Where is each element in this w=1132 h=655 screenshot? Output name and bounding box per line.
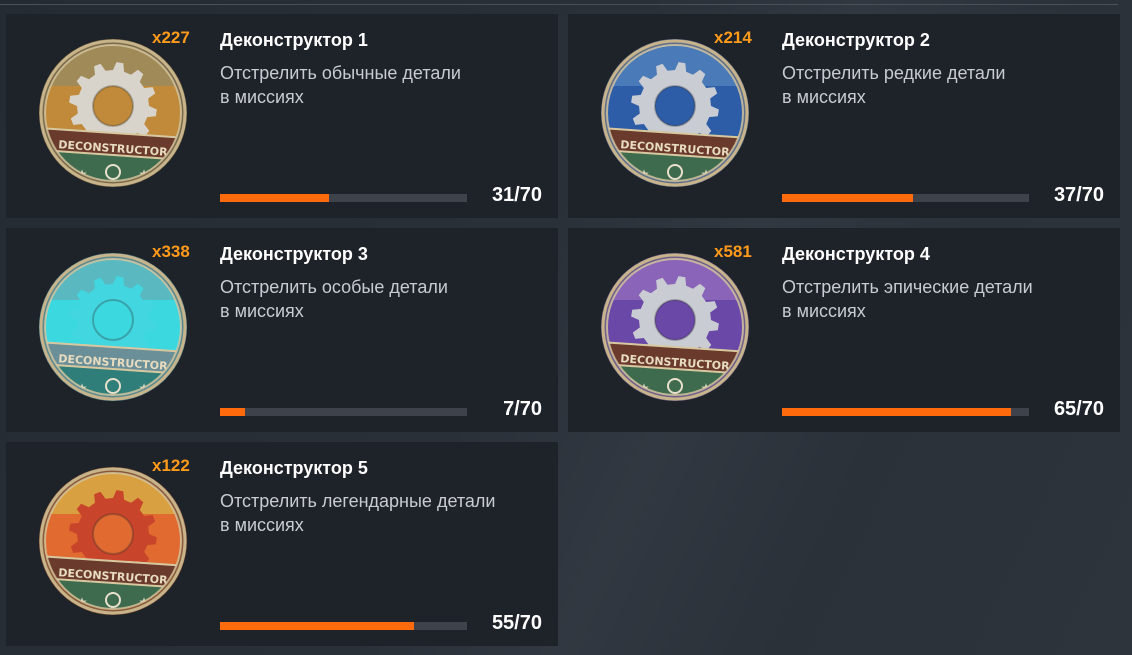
achievement-title: Деконструктор 5 — [220, 458, 368, 478]
achievement-title: Деконструктор 4 — [782, 244, 930, 264]
description-line: в миссиях — [220, 301, 304, 321]
reward-count: x122 — [152, 456, 190, 475]
reward-count: x214 — [714, 28, 752, 47]
deconstructor-badge-icon: DECONSTRUCTOR★★ — [36, 464, 190, 618]
description-line: Отстрелить эпические детали — [782, 277, 1033, 297]
progress-bar-fill — [220, 194, 330, 202]
progress-text: 65/70 — [1053, 398, 1104, 420]
progress-text: 55/70 — [491, 612, 542, 634]
description-line: в миссиях — [220, 87, 304, 107]
achievement-description: Отстрелить обычные детали в миссиях — [220, 61, 540, 109]
progress-text: 37/70 — [1053, 184, 1104, 206]
achievement-card-deconstructor-3[interactable]: DECONSTRUCTOR★★ x338 Деконструктор 3 Отс… — [6, 228, 558, 432]
achievement-card-deconstructor-4[interactable]: DECONSTRUCTOR★★ x581 Деконструктор 4 Отс… — [568, 228, 1120, 432]
top-divider — [0, 4, 1118, 5]
achievement-description: Отстрелить особые детали в миссиях — [220, 275, 540, 323]
progress-bar — [782, 408, 1029, 416]
achievement-description: Отстрелить легендарные детали в миссиях — [220, 489, 540, 537]
achievement-title: Деконструктор 1 — [220, 30, 368, 50]
progress-bar — [220, 622, 467, 630]
description-line: в миссиях — [220, 515, 304, 535]
achievement-card-deconstructor-2[interactable]: DECONSTRUCTOR★★ x214 Деконструктор 2 Отс… — [568, 14, 1120, 218]
progress-text: 31/70 — [491, 184, 542, 206]
description-line: в миссиях — [782, 87, 866, 107]
achievement-title: Деконструктор 3 — [220, 244, 368, 264]
description-line: Отстрелить особые детали — [220, 277, 448, 297]
progress-bar-fill — [782, 194, 913, 202]
reward-count: x581 — [714, 242, 752, 261]
description-line: Отстрелить легендарные детали — [220, 491, 496, 511]
achievement-card-deconstructor-1[interactable]: DECONSTRUCTOR★★ x227 Деконструктор 1 Отс… — [6, 14, 558, 218]
progress-bar-fill — [220, 408, 245, 416]
progress-bar — [220, 408, 467, 416]
achievement-description: Отстрелить редкие детали в миссиях — [782, 61, 1102, 109]
progress-bar — [782, 194, 1029, 202]
reward-count: x338 — [152, 242, 190, 261]
reward-count: x227 — [152, 28, 190, 47]
achievement-title: Деконструктор 2 — [782, 30, 930, 50]
progress-text: 7/70 — [503, 398, 542, 420]
deconstructor-badge-icon: DECONSTRUCTOR★★ — [36, 36, 190, 190]
progress-bar — [220, 194, 467, 202]
achievement-description: Отстрелить эпические детали в миссиях — [782, 275, 1102, 323]
deconstructor-badge-icon: DECONSTRUCTOR★★ — [36, 250, 190, 404]
description-line: Отстрелить обычные детали — [220, 63, 461, 83]
deconstructor-badge-icon: DECONSTRUCTOR★★ — [598, 36, 752, 190]
description-line: Отстрелить редкие детали — [782, 63, 1006, 83]
progress-bar-fill — [782, 408, 1012, 416]
progress-bar-fill — [220, 622, 415, 630]
achievement-card-deconstructor-5[interactable]: DECONSTRUCTOR★★ x122 Деконструктор 5 Отс… — [6, 442, 558, 646]
description-line: в миссиях — [782, 301, 866, 321]
deconstructor-badge-icon: DECONSTRUCTOR★★ — [598, 250, 752, 404]
